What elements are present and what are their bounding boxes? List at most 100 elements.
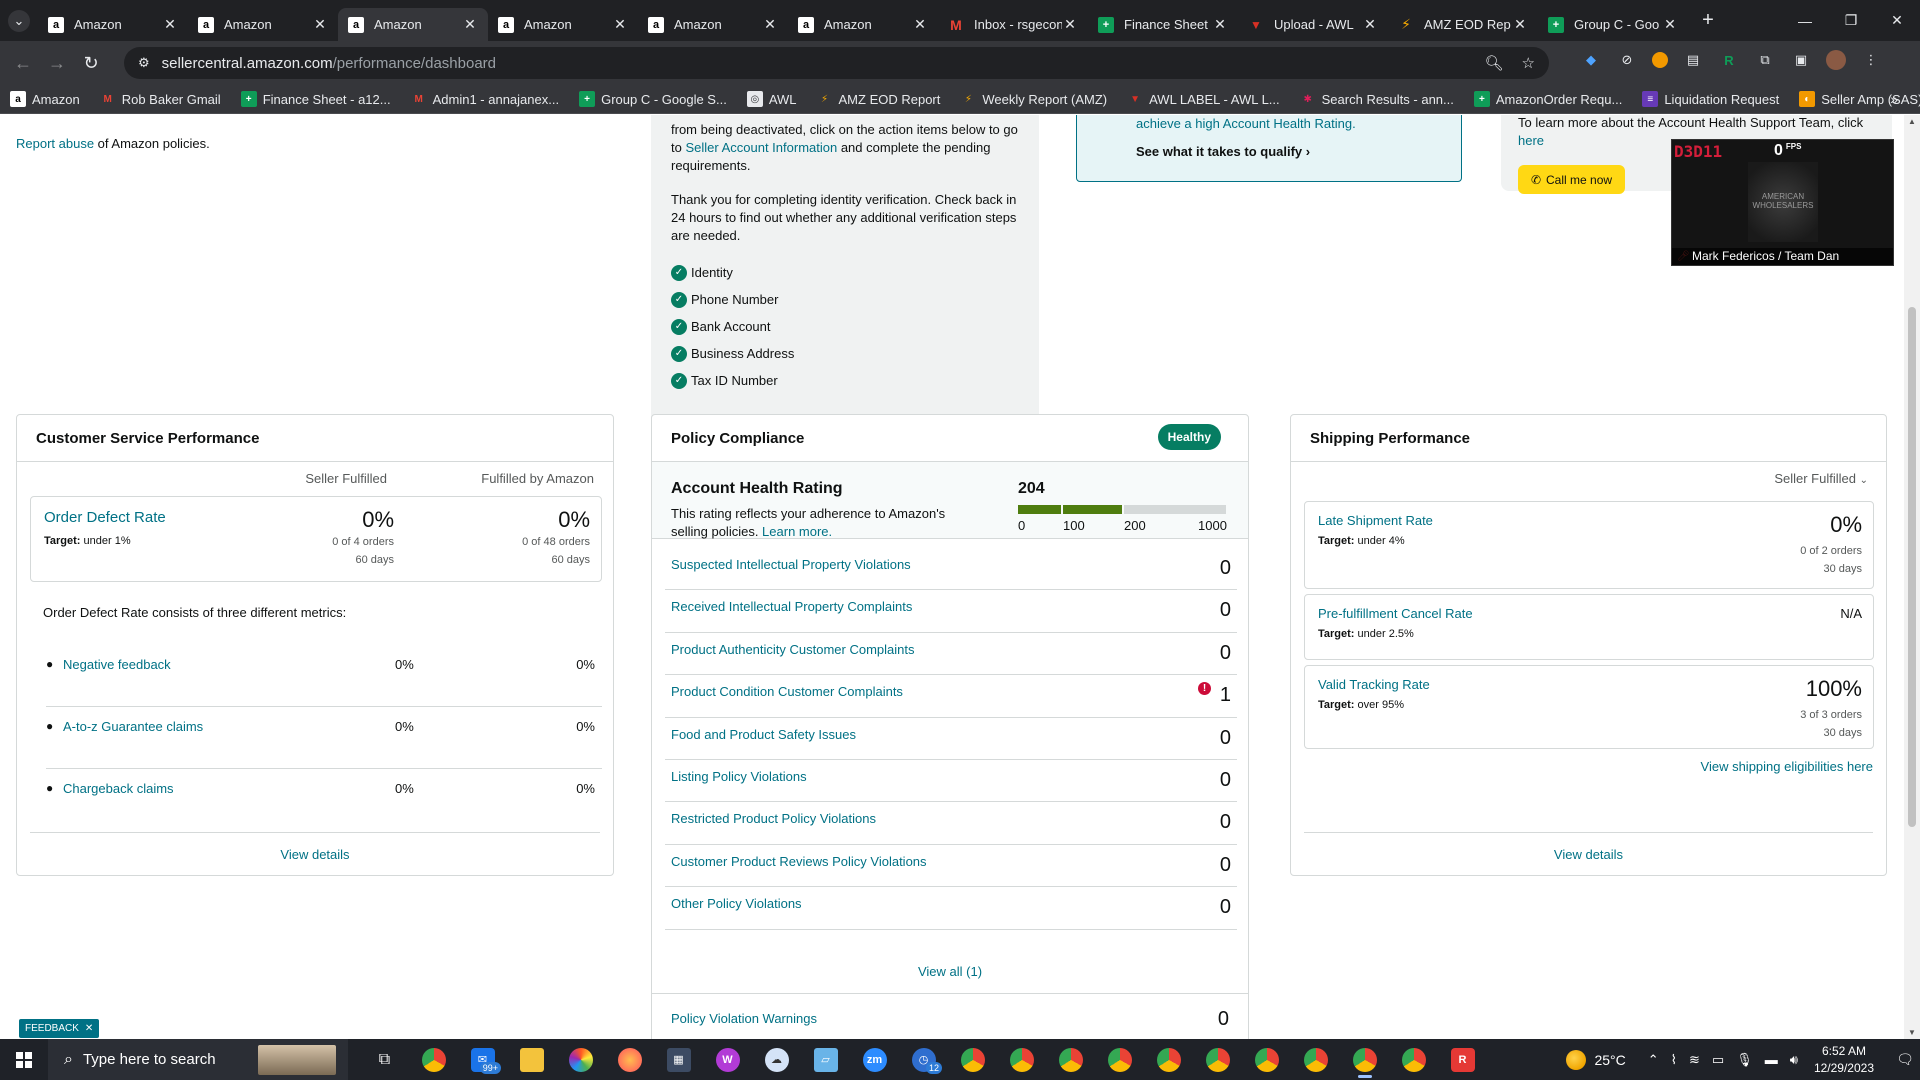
notes-app-icon[interactable]: ▱ xyxy=(801,1039,850,1080)
close-tab-icon[interactable]: ✕ xyxy=(1362,16,1378,33)
weather-widget[interactable]: 25°C xyxy=(1566,1049,1626,1070)
chrome-profile-4-icon[interactable] xyxy=(1095,1039,1144,1080)
cloud-app-icon[interactable]: ☁ xyxy=(752,1039,801,1080)
wifi-icon[interactable]: ≋ xyxy=(1689,1052,1700,1068)
report-abuse-link[interactable]: Report abuse xyxy=(16,136,94,151)
volume-icon[interactable]: 🔊︎ xyxy=(1790,1052,1798,1068)
extension-circle-icon[interactable] xyxy=(1652,52,1668,68)
chrome-taskbar-icon[interactable] xyxy=(409,1039,458,1080)
valid-tracking-link[interactable]: Valid Tracking Rate xyxy=(1318,677,1430,692)
extension-screen-icon[interactable]: ▤ xyxy=(1682,49,1704,71)
firefox-icon[interactable] xyxy=(605,1039,654,1080)
chrome-profile-3-icon[interactable] xyxy=(1046,1039,1095,1080)
policy-link[interactable]: Suspected Intellectual Property Violatio… xyxy=(671,557,911,572)
cancel-rate-link[interactable]: Pre-fulfillment Cancel Rate xyxy=(1318,606,1473,621)
csp-view-details-link[interactable]: View details xyxy=(30,832,600,875)
reload-icon[interactable]: ↻ xyxy=(74,53,108,74)
forward-icon[interactable]: → xyxy=(40,53,74,74)
metric-link[interactable]: A-to-z Guarantee claims xyxy=(63,719,203,734)
r-app-icon[interactable]: R xyxy=(1438,1039,1487,1080)
chrome-profile-1-icon[interactable] xyxy=(948,1039,997,1080)
scrollbar-thumb[interactable] xyxy=(1908,307,1916,827)
qualify-link[interactable]: See what it takes to qualify › xyxy=(1136,144,1461,159)
seller-account-info-link[interactable]: Seller Account Information xyxy=(685,140,837,155)
shipping-view-details-link[interactable]: View details xyxy=(1304,832,1873,875)
close-icon[interactable]: ✕ xyxy=(85,1023,93,1034)
support-here-link[interactable]: here xyxy=(1518,133,1544,148)
start-button[interactable] xyxy=(0,1039,48,1080)
close-tab-icon[interactable]: ✕ xyxy=(1512,16,1528,33)
browser-tab[interactable]: ⚡ AMZ EOD Rep ✕ xyxy=(1388,8,1538,41)
chrome-profile-6-icon[interactable] xyxy=(1193,1039,1242,1080)
browser-tab[interactable]: + Finance Sheet ✕ xyxy=(1088,8,1238,41)
taskbar-search[interactable]: ⌕ Type here to search xyxy=(48,1039,348,1080)
bookmark-item[interactable]: + Finance Sheet - a12... xyxy=(240,91,391,107)
chrome-profile-5-icon[interactable] xyxy=(1144,1039,1193,1080)
bookmark-item[interactable]: ✱ Search Results - ann... xyxy=(1300,91,1453,107)
display-icon[interactable]: ▭ xyxy=(1712,1052,1724,1068)
browser-tab[interactable]: ▼ Upload - AWL ✕ xyxy=(1238,8,1388,41)
close-window-icon[interactable]: ✕ xyxy=(1874,12,1920,29)
chrome-profile-8-icon[interactable] xyxy=(1291,1039,1340,1080)
chrome-profile-active-icon[interactable] xyxy=(1340,1039,1389,1080)
close-tab-icon[interactable]: ✕ xyxy=(762,16,778,33)
policy-link[interactable]: Listing Policy Violations xyxy=(671,769,807,784)
address-bar[interactable]: ⚙ sellercentral.amazon.com/performance/d… xyxy=(124,47,1549,79)
page-scrollbar[interactable]: ▲ ▼ xyxy=(1904,115,1920,1039)
policy-link[interactable]: Other Policy Violations xyxy=(671,896,802,911)
task-view-icon[interactable]: ⧉ xyxy=(360,1039,409,1080)
color-app-icon[interactable] xyxy=(556,1039,605,1080)
new-tab-button[interactable]: + xyxy=(1688,9,1728,32)
policy-warnings-link[interactable]: Policy Violation Warnings xyxy=(671,1011,817,1026)
close-tab-icon[interactable]: ✕ xyxy=(912,16,928,33)
video-call-overlay[interactable]: D3D11 0FPS AMERICAN WHOLESALERS 🎤︎ Mark … xyxy=(1671,139,1894,266)
browser-tab[interactable]: a Amazon ✕ xyxy=(338,8,488,41)
bookmark-item[interactable]: ≡ Liquidation Request xyxy=(1642,91,1779,107)
side-panel-icon[interactable]: ▣ xyxy=(1790,49,1812,71)
browser-tab[interactable]: a Amazon ✕ xyxy=(188,8,338,41)
feedback-tab[interactable]: FEEDBACK ✕ xyxy=(19,1019,100,1038)
bookmark-item[interactable]: ◐ Seller Amp (SAS) xyxy=(1799,91,1920,107)
metric-link[interactable]: Chargeback claims xyxy=(63,781,174,796)
close-tab-icon[interactable]: ✕ xyxy=(1062,16,1078,33)
profile-avatar[interactable] xyxy=(1826,50,1846,70)
bookmark-item[interactable]: ◎ AWL xyxy=(746,91,797,107)
shipping-eligibilities-link[interactable]: View shipping eligibilities here xyxy=(1701,759,1873,774)
extension-diamond-icon[interactable]: ◆ xyxy=(1580,49,1602,71)
tray-chevron-icon[interactable]: ⌃ xyxy=(1648,1052,1659,1068)
back-icon[interactable]: ← xyxy=(6,53,40,74)
extension-camera-off-icon[interactable]: ⊘ xyxy=(1616,49,1638,71)
policy-link[interactable]: Restricted Product Policy Violations xyxy=(671,811,876,826)
zoom-app-icon[interactable]: zm xyxy=(850,1039,899,1080)
browser-tab[interactable]: + Group C - Goo ✕ xyxy=(1538,8,1688,41)
chrome-profile-9-icon[interactable] xyxy=(1389,1039,1438,1080)
bookmark-item[interactable]: ▼ AWL LABEL - AWL L... xyxy=(1127,91,1279,107)
battery-icon[interactable]: ▬ xyxy=(1765,1052,1778,1068)
extension-r-icon[interactable]: R xyxy=(1718,49,1740,71)
site-info-icon[interactable]: ⚙ xyxy=(138,55,150,71)
view-all-link[interactable]: View all (1) xyxy=(652,964,1248,979)
policy-link[interactable]: Received Intellectual Property Complaint… xyxy=(671,599,912,614)
close-tab-icon[interactable]: ✕ xyxy=(312,16,328,33)
policy-link[interactable]: Product Condition Customer Complaints xyxy=(671,684,903,699)
minimize-icon[interactable]: — xyxy=(1782,13,1828,29)
chrome-profile-2-icon[interactable] xyxy=(997,1039,1046,1080)
learn-more-link[interactable]: Learn more. xyxy=(762,524,832,539)
microphone-icon[interactable]: 🎙︎ xyxy=(1736,1052,1753,1068)
scroll-down-icon[interactable]: ▼ xyxy=(1904,1028,1920,1037)
close-tab-icon[interactable]: ✕ xyxy=(1662,16,1678,33)
calendar-app-icon[interactable]: ◷ 12 xyxy=(899,1039,948,1080)
bookmark-star-icon[interactable]: ☆ xyxy=(1522,54,1535,72)
tab-search-button[interactable]: ⌄ xyxy=(0,0,38,41)
mail-icon[interactable]: ✉ 99+ xyxy=(458,1039,507,1080)
fulfillment-filter-dropdown[interactable]: Seller Fulfilled ⌄ xyxy=(1774,471,1868,486)
scroll-up-icon[interactable]: ▲ xyxy=(1904,117,1920,126)
file-explorer-icon[interactable] xyxy=(507,1039,556,1080)
bookmark-item[interactable]: + AmazonOrder Requ... xyxy=(1473,91,1622,107)
browser-tab[interactable]: M Inbox - rsgecon ✕ xyxy=(938,8,1088,41)
bookmark-item[interactable]: M Rob Baker Gmail xyxy=(100,91,221,107)
bookmark-item[interactable]: M Admin1 - annajanex... xyxy=(411,91,559,107)
zoom-icon[interactable]: 🔍︎ xyxy=(1485,54,1504,72)
taskbar-clock[interactable]: 6:52 AM 12/29/2023 xyxy=(1814,1043,1874,1077)
order-defect-rate-link[interactable]: Order Defect Rate xyxy=(44,509,166,526)
